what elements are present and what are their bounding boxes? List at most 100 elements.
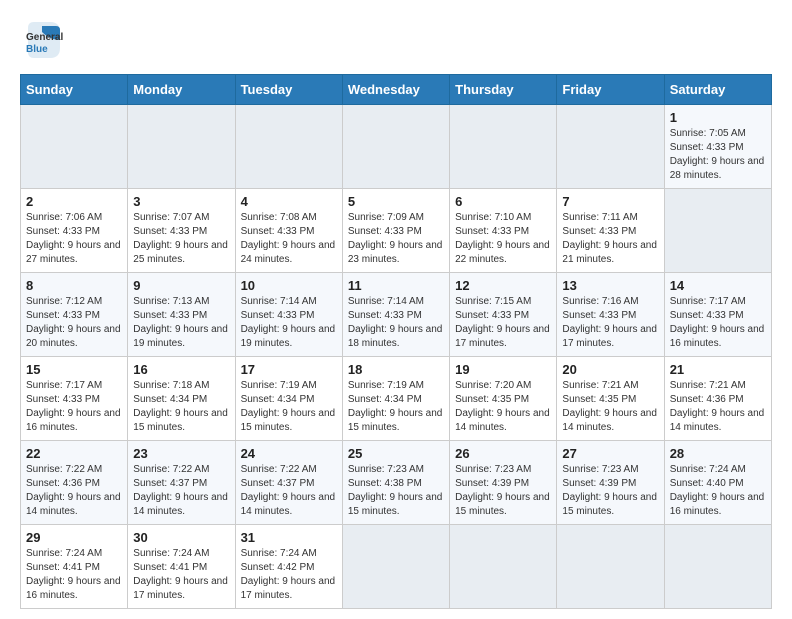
day-number: 22 [26,446,122,461]
day-cell-21: 21 Sunrise: 7:21 AMSunset: 4:36 PMDayligh… [664,357,771,441]
day-info: Sunrise: 7:24 AMSunset: 4:40 PMDaylight:… [670,464,765,517]
day-number: 19 [455,362,551,377]
day-info: Sunrise: 7:22 AMSunset: 4:37 PMDaylight:… [133,464,228,517]
day-number: 21 [670,362,766,377]
calendar-row-week4: 15 Sunrise: 7:17 AMSunset: 4:33 PMDayligh… [21,357,772,441]
day-info: Sunrise: 7:10 AMSunset: 4:33 PMDaylight:… [455,212,550,265]
day-number: 11 [348,278,444,293]
day-cell-23: 23 Sunrise: 7:22 AMSunset: 4:37 PMDayligh… [128,441,235,525]
day-info: Sunrise: 7:11 AMSunset: 4:33 PMDaylight:… [562,212,657,265]
day-cell-17: 17 Sunrise: 7:19 AMSunset: 4:34 PMDayligh… [235,357,342,441]
empty-cell [557,525,664,609]
day-number: 26 [455,446,551,461]
day-cell-12: 12 Sunrise: 7:15 AMSunset: 4:33 PMDayligh… [450,273,557,357]
empty-cell [128,105,235,189]
day-info: Sunrise: 7:17 AMSunset: 4:33 PMDaylight:… [26,380,121,433]
day-number: 15 [26,362,122,377]
empty-cell [342,525,449,609]
day-number: 20 [562,362,658,377]
day-info: Sunrise: 7:07 AMSunset: 4:33 PMDaylight:… [133,212,228,265]
empty-cell [21,105,128,189]
day-number: 5 [348,194,444,209]
day-number: 10 [241,278,337,293]
day-cell-13: 13Sunrise: 7:16 AMSunset: 4:33 PMDayligh… [557,273,664,357]
calendar-body: 1 Sunrise: 7:05 AMSunset: 4:33 PMDaylight… [21,105,772,609]
day-info: Sunrise: 7:14 AMSunset: 4:33 PMDaylight:… [348,296,443,349]
day-number: 25 [348,446,444,461]
day-cell-15: 15 Sunrise: 7:17 AMSunset: 4:33 PMDayligh… [21,357,128,441]
day-number: 31 [241,530,337,545]
day-info: Sunrise: 7:15 AMSunset: 4:33 PMDaylight:… [455,296,550,349]
day-number: 16 [133,362,229,377]
empty-cell [342,105,449,189]
day-info: Sunrise: 7:21 AMSunset: 4:36 PMDaylight:… [670,380,765,433]
day-number: 7 [562,194,658,209]
calendar-header-row: SundayMondayTuesdayWednesdayThursdayFrid… [21,75,772,105]
day-cell-31: 31 Sunrise: 7:24 AMSunset: 4:42 PMDayligh… [235,525,342,609]
day-cell-25: 25 Sunrise: 7:23 AMSunset: 4:38 PMDayligh… [342,441,449,525]
day-info: Sunrise: 7:18 AMSunset: 4:34 PMDaylight:… [133,380,228,433]
logo-icon: General Blue [20,18,64,62]
day-number: 2 [26,194,122,209]
day-number: 14 [670,278,766,293]
day-cell-29: 29Sunrise: 7:24 AMSunset: 4:41 PMDayligh… [21,525,128,609]
day-cell-14: 14Sunrise: 7:17 AMSunset: 4:33 PMDayligh… [664,273,771,357]
day-cell-26: 26 Sunrise: 7:23 AMSunset: 4:39 PMDayligh… [450,441,557,525]
day-cell-8: 8Sunrise: 7:12 AMSunset: 4:33 PMDaylight… [21,273,128,357]
day-info: Sunrise: 7:06 AMSunset: 4:33 PMDaylight:… [26,212,121,265]
day-number: 27 [562,446,658,461]
svg-text:Blue: Blue [26,44,48,55]
day-info: Sunrise: 7:21 AMSunset: 4:35 PMDaylight:… [562,380,657,433]
day-cell-27: 27Sunrise: 7:23 AMSunset: 4:39 PMDayligh… [557,441,664,525]
header-cell-saturday: Saturday [664,75,771,105]
day-number: 4 [241,194,337,209]
header-cell-tuesday: Tuesday [235,75,342,105]
calendar-row-week2: 2 Sunrise: 7:06 AMSunset: 4:33 PMDaylight… [21,189,772,273]
logo: General Blue [20,18,64,62]
day-number: 12 [455,278,551,293]
day-info: Sunrise: 7:22 AMSunset: 4:36 PMDaylight:… [26,464,121,517]
calendar-row-week1: 1 Sunrise: 7:05 AMSunset: 4:33 PMDaylight… [21,105,772,189]
day-info: Sunrise: 7:09 AMSunset: 4:33 PMDaylight:… [348,212,443,265]
day-cell-20: 20 Sunrise: 7:21 AMSunset: 4:35 PMDayligh… [557,357,664,441]
day-cell-9: 9 Sunrise: 7:13 AMSunset: 4:33 PMDaylight… [128,273,235,357]
day-info: Sunrise: 7:16 AMSunset: 4:33 PMDaylight:… [562,296,657,349]
empty-cell [235,105,342,189]
day-number: 18 [348,362,444,377]
day-cell-11: 11 Sunrise: 7:14 AMSunset: 4:33 PMDayligh… [342,273,449,357]
header: General Blue [20,18,772,62]
day-info: Sunrise: 7:24 AMSunset: 4:42 PMDaylight:… [241,548,336,601]
day-cell-19: 19Sunrise: 7:20 AMSunset: 4:35 PMDayligh… [450,357,557,441]
empty-cell [557,105,664,189]
day-number: 1 [670,110,766,125]
day-number: 28 [670,446,766,461]
day-cell-3: 3Sunrise: 7:07 AMSunset: 4:33 PMDaylight… [128,189,235,273]
day-cell-10: 10Sunrise: 7:14 AMSunset: 4:33 PMDayligh… [235,273,342,357]
day-cell-24: 24Sunrise: 7:22 AMSunset: 4:37 PMDayligh… [235,441,342,525]
day-cell-18: 18Sunrise: 7:19 AMSunset: 4:34 PMDayligh… [342,357,449,441]
day-cell-4: 4Sunrise: 7:08 AMSunset: 4:33 PMDaylight… [235,189,342,273]
day-number: 9 [133,278,229,293]
day-number: 23 [133,446,229,461]
empty-cell [450,105,557,189]
day-info: Sunrise: 7:22 AMSunset: 4:37 PMDaylight:… [241,464,336,517]
day-info: Sunrise: 7:23 AMSunset: 4:38 PMDaylight:… [348,464,443,517]
day-info: Sunrise: 7:13 AMSunset: 4:33 PMDaylight:… [133,296,228,349]
day-cell-5: 5 Sunrise: 7:09 AMSunset: 4:33 PMDaylight… [342,189,449,273]
day-info: Sunrise: 7:19 AMSunset: 4:34 PMDaylight:… [241,380,336,433]
day-cell-28: 28 Sunrise: 7:24 AMSunset: 4:40 PMDayligh… [664,441,771,525]
day-cell-6: 6Sunrise: 7:10 AMSunset: 4:33 PMDaylight… [450,189,557,273]
day-cell-30: 30Sunrise: 7:24 AMSunset: 4:41 PMDayligh… [128,525,235,609]
day-info: Sunrise: 7:23 AMSunset: 4:39 PMDaylight:… [455,464,550,517]
header-cell-wednesday: Wednesday [342,75,449,105]
day-number: 17 [241,362,337,377]
day-cell-2: 2 Sunrise: 7:06 AMSunset: 4:33 PMDaylight… [21,189,128,273]
empty-cell [664,525,771,609]
header-cell-friday: Friday [557,75,664,105]
day-cell-7: 7 Sunrise: 7:11 AMSunset: 4:33 PMDaylight… [557,189,664,273]
day-info: Sunrise: 7:24 AMSunset: 4:41 PMDaylight:… [133,548,228,601]
empty-cell [664,189,771,273]
page: General Blue SundayMondayTuesdayWednesda… [0,0,792,619]
day-number: 8 [26,278,122,293]
day-info: Sunrise: 7:05 AMSunset: 4:33 PMDaylight:… [670,128,765,181]
